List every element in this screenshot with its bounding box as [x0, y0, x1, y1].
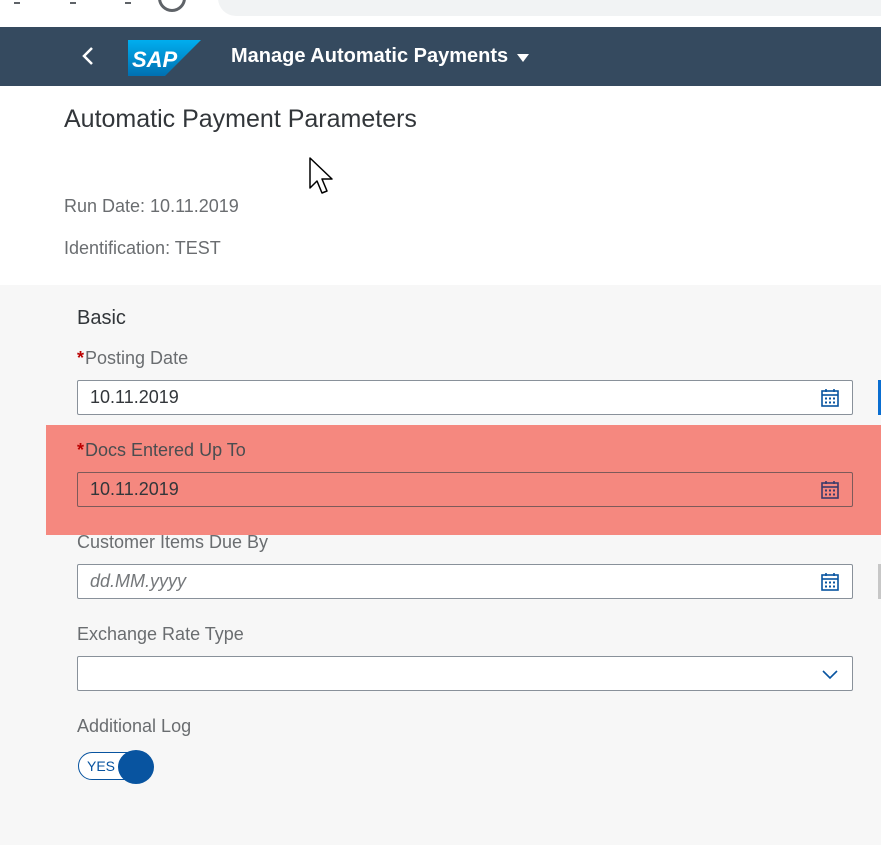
exchange-rate-type-label: Exchange Rate Type	[77, 624, 244, 644]
required-marker: *	[77, 440, 85, 460]
additional-log-switch[interactable]: YES	[78, 750, 156, 784]
exchange-rate-type-select[interactable]	[77, 656, 853, 691]
customer-items-due-by-placeholder: dd.MM.yyyy	[90, 571, 187, 591]
section-title-basic: Basic	[77, 307, 126, 329]
additional-log-label: Additional Log	[77, 716, 192, 736]
posting-date-input[interactable]: 10.11.2019	[77, 380, 853, 415]
browser-chrome	[0, 0, 881, 27]
browser-reload-icon[interactable]	[158, 0, 186, 12]
app-title-menu[interactable]: Manage Automatic Payments	[231, 45, 530, 68]
posting-date-picker-button[interactable]	[808, 381, 852, 414]
run-date: Run Date: 10.11.2019	[64, 196, 239, 216]
shell-bar: SAP Manage Automatic Payments	[0, 27, 881, 86]
back-button[interactable]	[76, 43, 102, 69]
browser-address-bar[interactable]	[218, 0, 881, 16]
identification: Identification: TEST	[64, 238, 221, 258]
docs-entered-up-to-picker-button[interactable]	[808, 473, 852, 506]
mouse-cursor-icon	[309, 157, 333, 194]
object-header: Automatic Payment Parameters Run Date: 1…	[0, 86, 881, 285]
calendar-icon	[821, 388, 839, 407]
exchange-rate-type-dropdown-button[interactable]	[808, 657, 852, 690]
chevron-left-icon	[82, 47, 93, 65]
calendar-icon	[821, 572, 839, 591]
browser-nav-fragment	[70, 0, 76, 4]
chevron-down-icon	[822, 669, 838, 679]
docs-entered-up-to-input[interactable]: 10.11.2019	[77, 472, 853, 507]
docs-entered-up-to-label: * Docs Entered Up To	[77, 440, 246, 460]
svg-text:SAP: SAP	[132, 47, 178, 72]
docs-entered-up-to-value: 10.11.2019	[90, 479, 179, 499]
sap-logo[interactable]: SAP	[128, 40, 201, 76]
page-title: Automatic Payment Parameters	[64, 105, 417, 133]
customer-items-due-by-input[interactable]: dd.MM.yyyy	[77, 564, 853, 599]
switch-text: YES	[87, 758, 116, 774]
app-title: Manage Automatic Payments	[231, 45, 509, 67]
calendar-icon	[821, 480, 839, 499]
required-marker: *	[77, 348, 85, 368]
browser-nav-fragment	[14, 0, 20, 4]
customer-items-due-by-picker-button[interactable]	[808, 565, 852, 598]
caret-down-icon	[517, 53, 530, 62]
switch-knob	[118, 750, 154, 784]
customer-items-due-by-label: Customer Items Due By	[77, 532, 269, 552]
posting-date-label: * Posting Date	[77, 348, 189, 368]
browser-nav-fragment	[125, 0, 131, 4]
posting-date-value: 10.11.2019	[90, 387, 179, 407]
